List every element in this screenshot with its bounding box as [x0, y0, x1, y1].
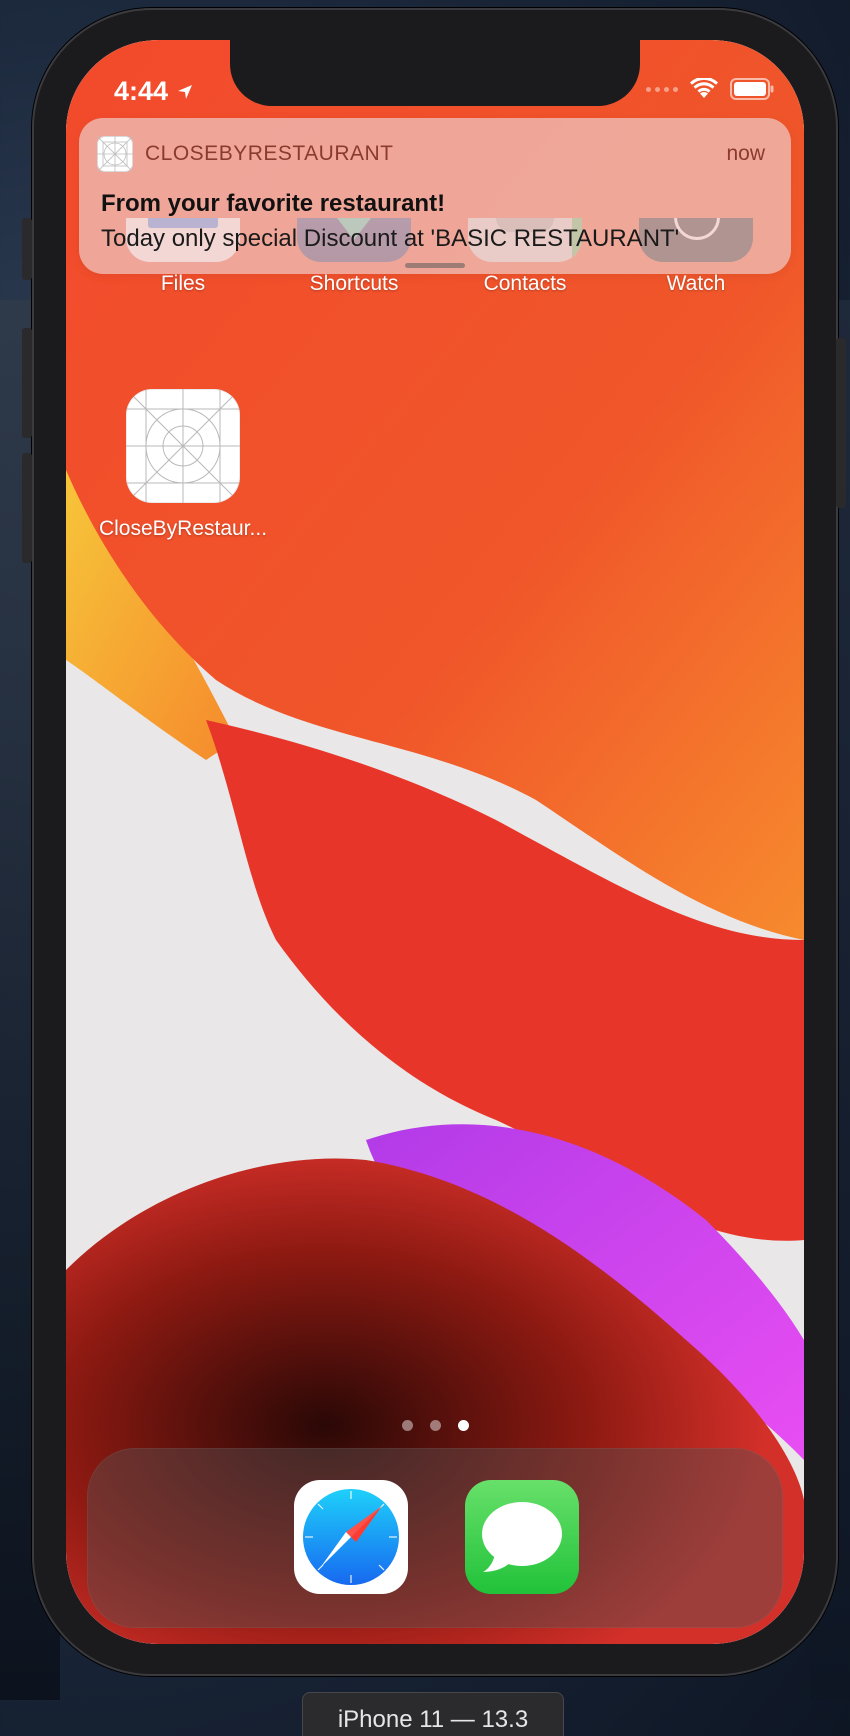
- messages-icon: [482, 1502, 562, 1572]
- app-label: Files: [160, 272, 206, 295]
- page-dot-1[interactable]: [401, 1420, 413, 1431]
- volume-down-button: [22, 453, 32, 563]
- notification-app-icon: [96, 135, 134, 173]
- page-indicator[interactable]: [66, 1420, 804, 1431]
- home-screen: 4:44 Files Shortcuts Contacts Watch Clos…: [66, 40, 804, 1644]
- notification-title: From your favorite restaurant!: [101, 190, 446, 217]
- app-closebyrestaurant[interactable]: CloseByRestaur...: [97, 389, 269, 541]
- app-label: CloseByRestaur...: [98, 517, 268, 540]
- cellular-signal-icon: [646, 86, 678, 92]
- location-arrow-icon: [178, 84, 193, 99]
- safari-icon: [303, 1489, 399, 1585]
- volume-up-button: [22, 328, 32, 438]
- notification-body: Today only special Discount at 'BASIC RE…: [101, 225, 680, 252]
- battery-icon: [730, 78, 774, 100]
- notch: [230, 40, 640, 106]
- app-label: Shortcuts: [309, 272, 399, 295]
- mute-switch: [22, 218, 32, 280]
- notification-timestamp: now: [726, 142, 765, 165]
- notification-banner[interactable]: CLOSEBYRESTAURANT now From your favorite…: [79, 118, 791, 274]
- simulator-device-label: iPhone 11 — 13.3: [302, 1692, 564, 1736]
- power-button: [836, 338, 846, 508]
- status-bar-indicators: [646, 78, 774, 100]
- iphone-frame: 4:44 Files Shortcuts Contacts Watch Clos…: [22, 8, 846, 1676]
- dock: [87, 1448, 783, 1628]
- dock-app-messages[interactable]: [465, 1480, 579, 1594]
- wifi-icon: [690, 78, 718, 98]
- page-dot-3-active[interactable]: [457, 1420, 469, 1431]
- status-bar-time: 4:44: [114, 76, 194, 107]
- app-label: Contacts: [483, 272, 567, 295]
- page-dot-2[interactable]: [429, 1420, 441, 1431]
- app-label: Watch: [666, 272, 726, 295]
- app-placeholder-icon: [126, 389, 240, 503]
- notification-grabber-handle[interactable]: [405, 263, 465, 268]
- dock-app-safari[interactable]: [294, 1480, 408, 1594]
- clock-text: 4:44: [114, 76, 169, 106]
- notification-app-name: CLOSEBYRESTAURANT: [145, 142, 394, 165]
